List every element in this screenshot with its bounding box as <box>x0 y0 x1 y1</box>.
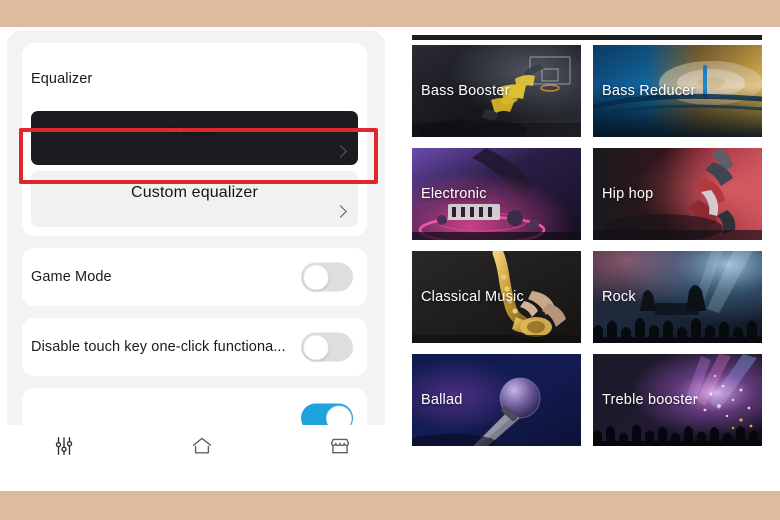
game-mode-row[interactable]: Game Mode <box>22 248 367 306</box>
game-mode-toggle[interactable] <box>301 262 353 292</box>
settings-panel: Equalizer Preset Custom equalizer Game M… <box>7 31 385 471</box>
game-mode-label: Game Mode <box>31 269 112 285</box>
disable-touch-key-label: Disable touch key one-click functiona... <box>31 339 286 355</box>
nav-item-home[interactable] <box>179 433 225 463</box>
screenshot-root: Equalizer Preset Custom equalizer Game M… <box>0 0 780 520</box>
toggle-knob <box>302 264 329 290</box>
preset-card-electronic[interactable]: Electronic <box>412 148 581 240</box>
equalizer-sliders-icon <box>53 435 75 462</box>
preset-label: Hip hop <box>602 186 654 202</box>
custom-equalizer-button-label: Custom equalizer <box>131 184 258 201</box>
preset-label: Bass Reducer <box>602 83 696 99</box>
preset-label: Classical Music <box>421 289 524 305</box>
preset-card-rock[interactable]: Rock <box>593 251 762 343</box>
preset-label: Ballad <box>421 392 463 408</box>
custom-equalizer-button[interactable]: Custom equalizer <box>31 171 358 227</box>
preset-label: Electronic <box>421 186 487 202</box>
preset-grid: Bass Booster Bass Reducer Electronic Hip… <box>412 45 762 446</box>
preset-gallery-panel: Bass Booster Bass Reducer Electronic Hip… <box>403 31 773 471</box>
top-beige-band <box>0 0 780 27</box>
preset-card-ballad[interactable]: Ballad <box>412 354 581 446</box>
home-icon <box>190 434 214 463</box>
nav-item-store[interactable] <box>317 433 363 463</box>
nav-item-equalizer[interactable] <box>41 433 87 463</box>
preset-button-label: Preset <box>170 124 219 141</box>
gallery-top-divider <box>412 35 762 40</box>
bottom-navigation-bar <box>7 425 385 471</box>
preset-button[interactable]: Preset <box>31 111 358 165</box>
chevron-right-icon <box>334 205 347 218</box>
page-title: Equalizer <box>31 71 93 87</box>
equalizer-settings-card: Equalizer Preset Custom equalizer <box>22 43 367 236</box>
preset-label: Bass Booster <box>421 83 510 99</box>
disable-touch-key-toggle[interactable] <box>301 332 353 362</box>
preset-card-hip-hop[interactable]: Hip hop <box>593 148 762 240</box>
preset-card-bass-reducer[interactable]: Bass Reducer <box>593 45 762 137</box>
disable-touch-key-row[interactable]: Disable touch key one-click functiona... <box>22 318 367 376</box>
store-icon <box>328 434 352 463</box>
preset-card-classical-music[interactable]: Classical Music <box>412 251 581 343</box>
toggle-knob <box>302 334 329 360</box>
bottom-beige-band <box>0 491 780 520</box>
chevron-right-icon <box>334 145 347 158</box>
preset-card-bass-booster[interactable]: Bass Booster <box>412 45 581 137</box>
preset-card-treble-booster[interactable]: Treble booster <box>593 354 762 446</box>
preset-label: Rock <box>602 289 636 305</box>
preset-label: Treble booster <box>602 392 698 408</box>
